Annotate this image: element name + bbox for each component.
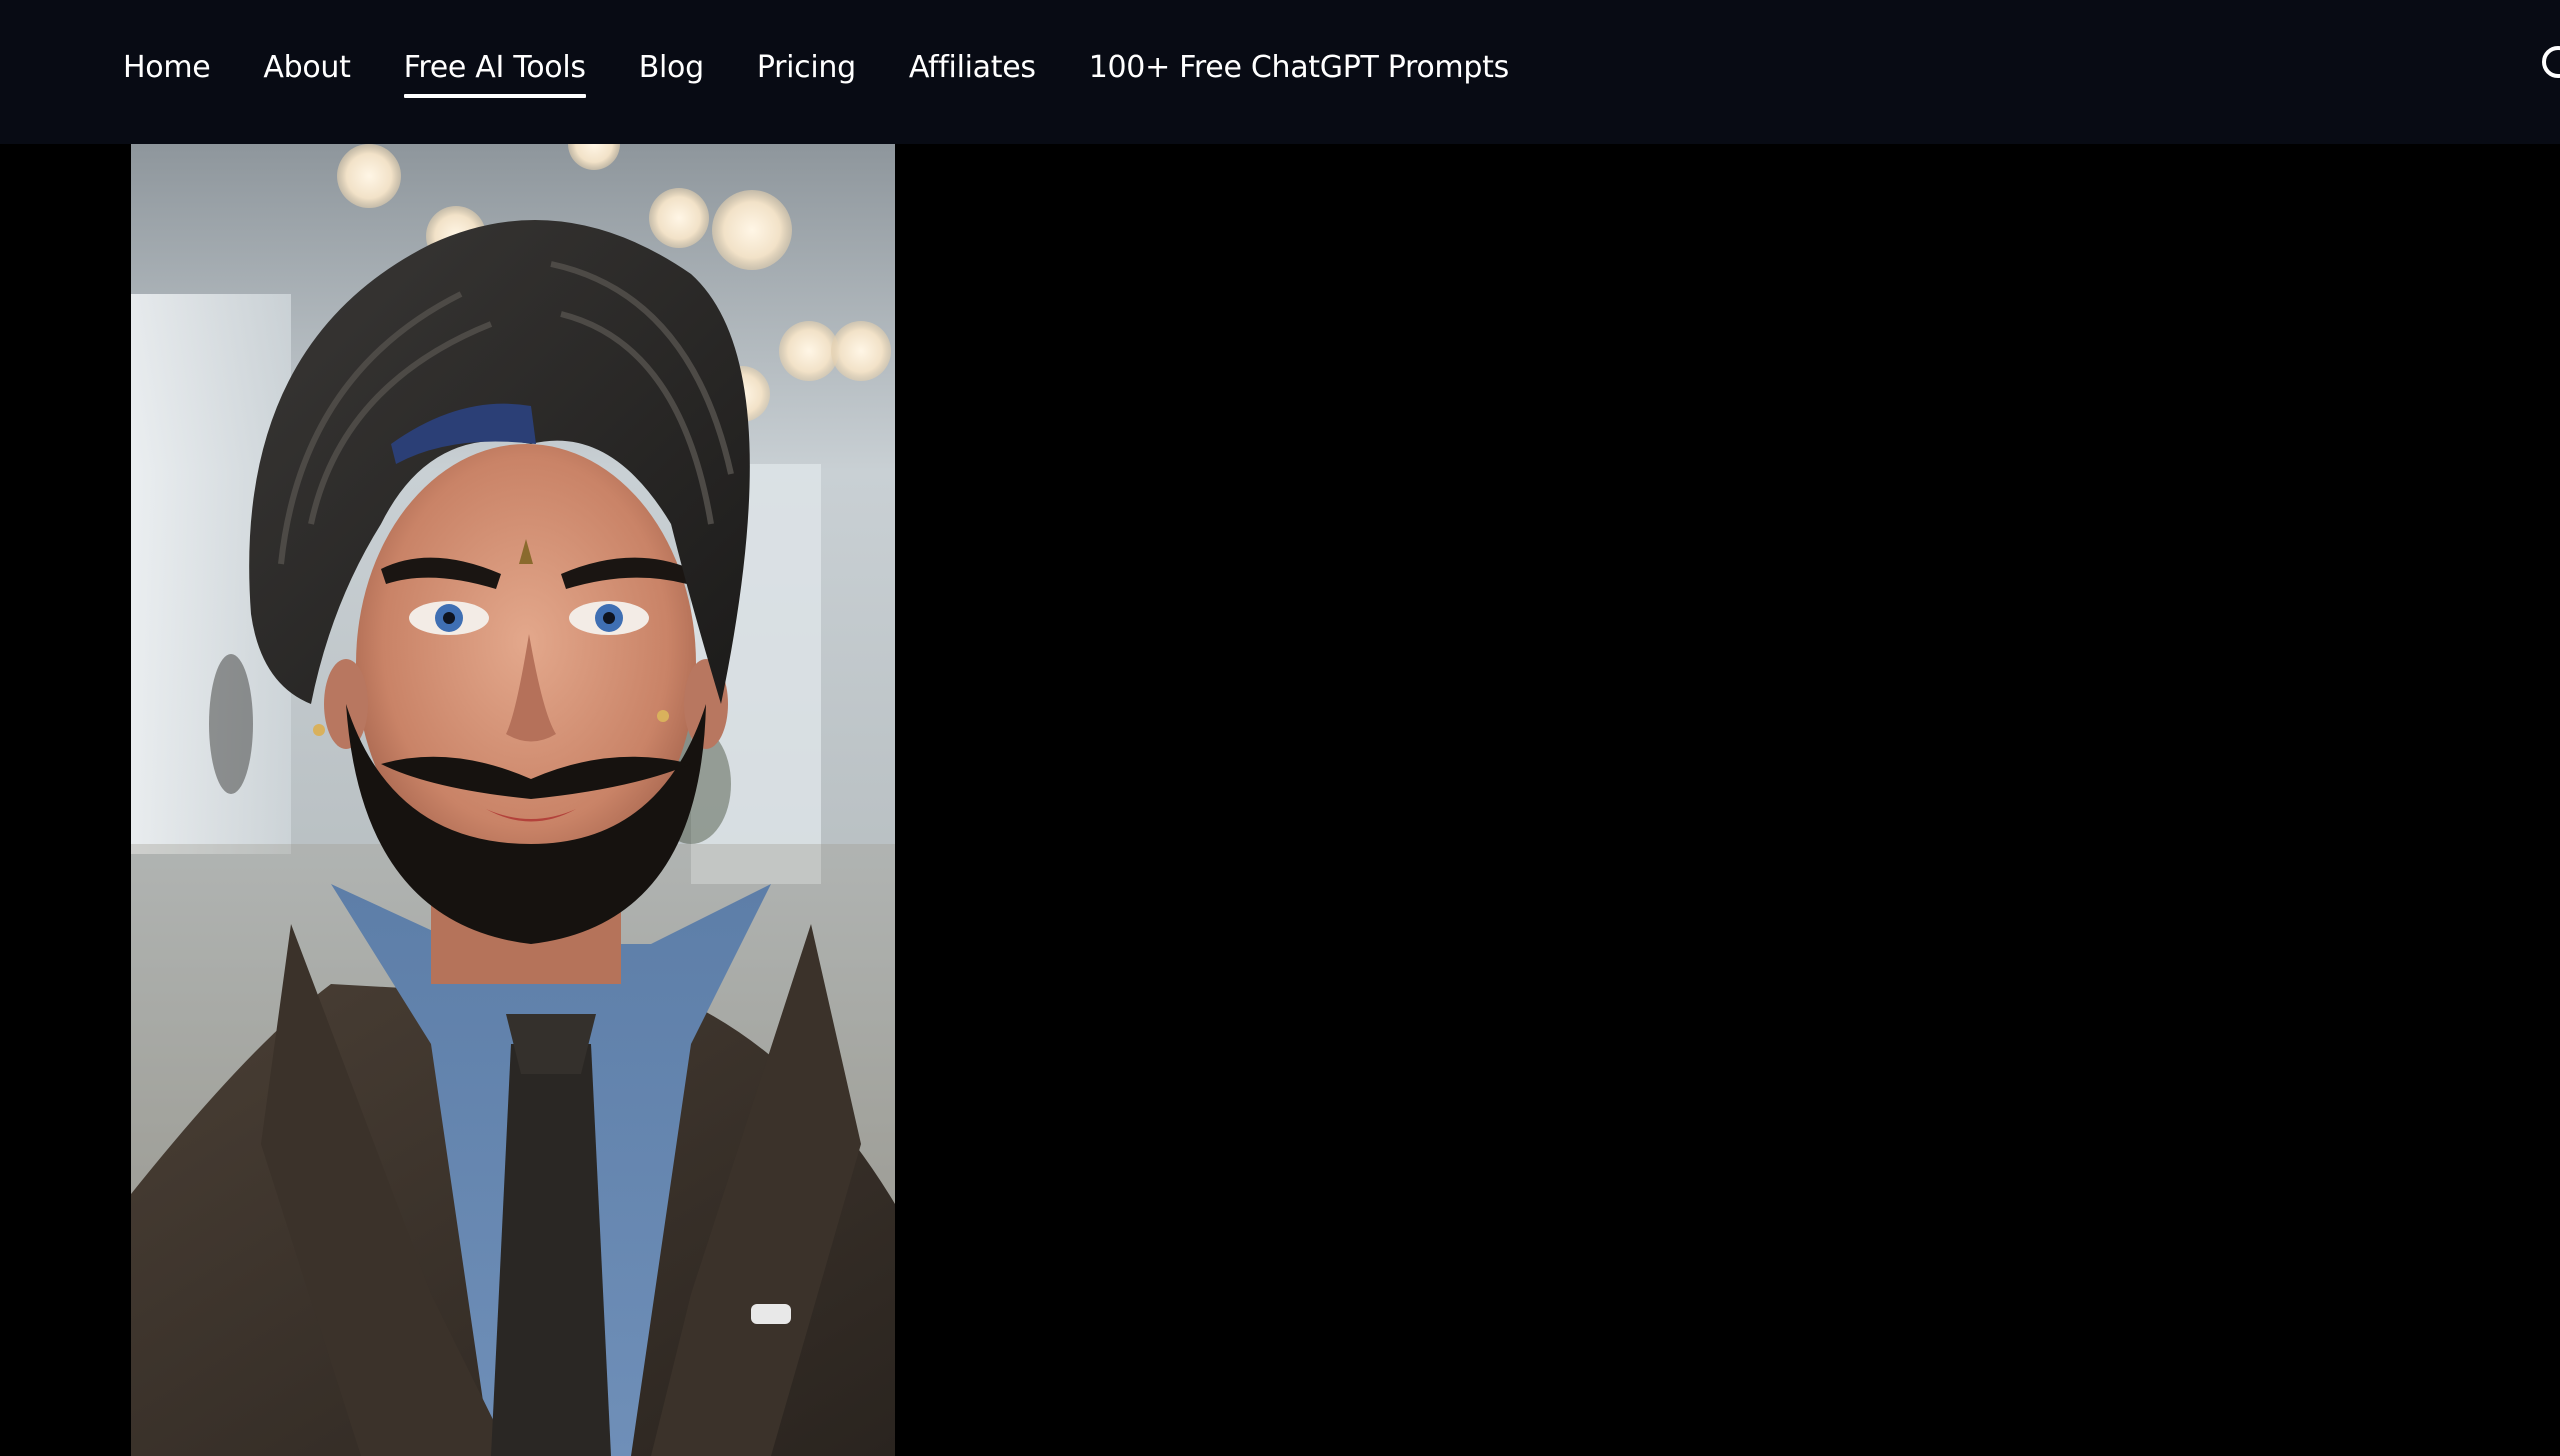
nav-item-chatgpt-prompts[interactable]: 100+ Free ChatGPT Prompts (1089, 48, 1510, 88)
nav-item-pricing[interactable]: Pricing (757, 48, 856, 88)
nav-item-affiliates[interactable]: Affiliates (909, 48, 1036, 88)
nav-item-home[interactable]: Home (123, 48, 211, 88)
nav-item-about[interactable]: About (263, 48, 351, 88)
search-icon[interactable] (2542, 46, 2560, 78)
nav-item-blog[interactable]: Blog (639, 48, 704, 88)
nav-item-free-ai-tools[interactable]: Free AI Tools (403, 48, 586, 98)
generated-portrait-image[interactable] (131, 144, 895, 1456)
top-navigation: Home About Free AI Tools Blog Pricing Af… (0, 0, 2560, 144)
page: Home About Free AI Tools Blog Pricing Af… (0, 0, 2560, 1456)
nav-menu: Home About Free AI Tools Blog Pricing Af… (123, 0, 1562, 136)
